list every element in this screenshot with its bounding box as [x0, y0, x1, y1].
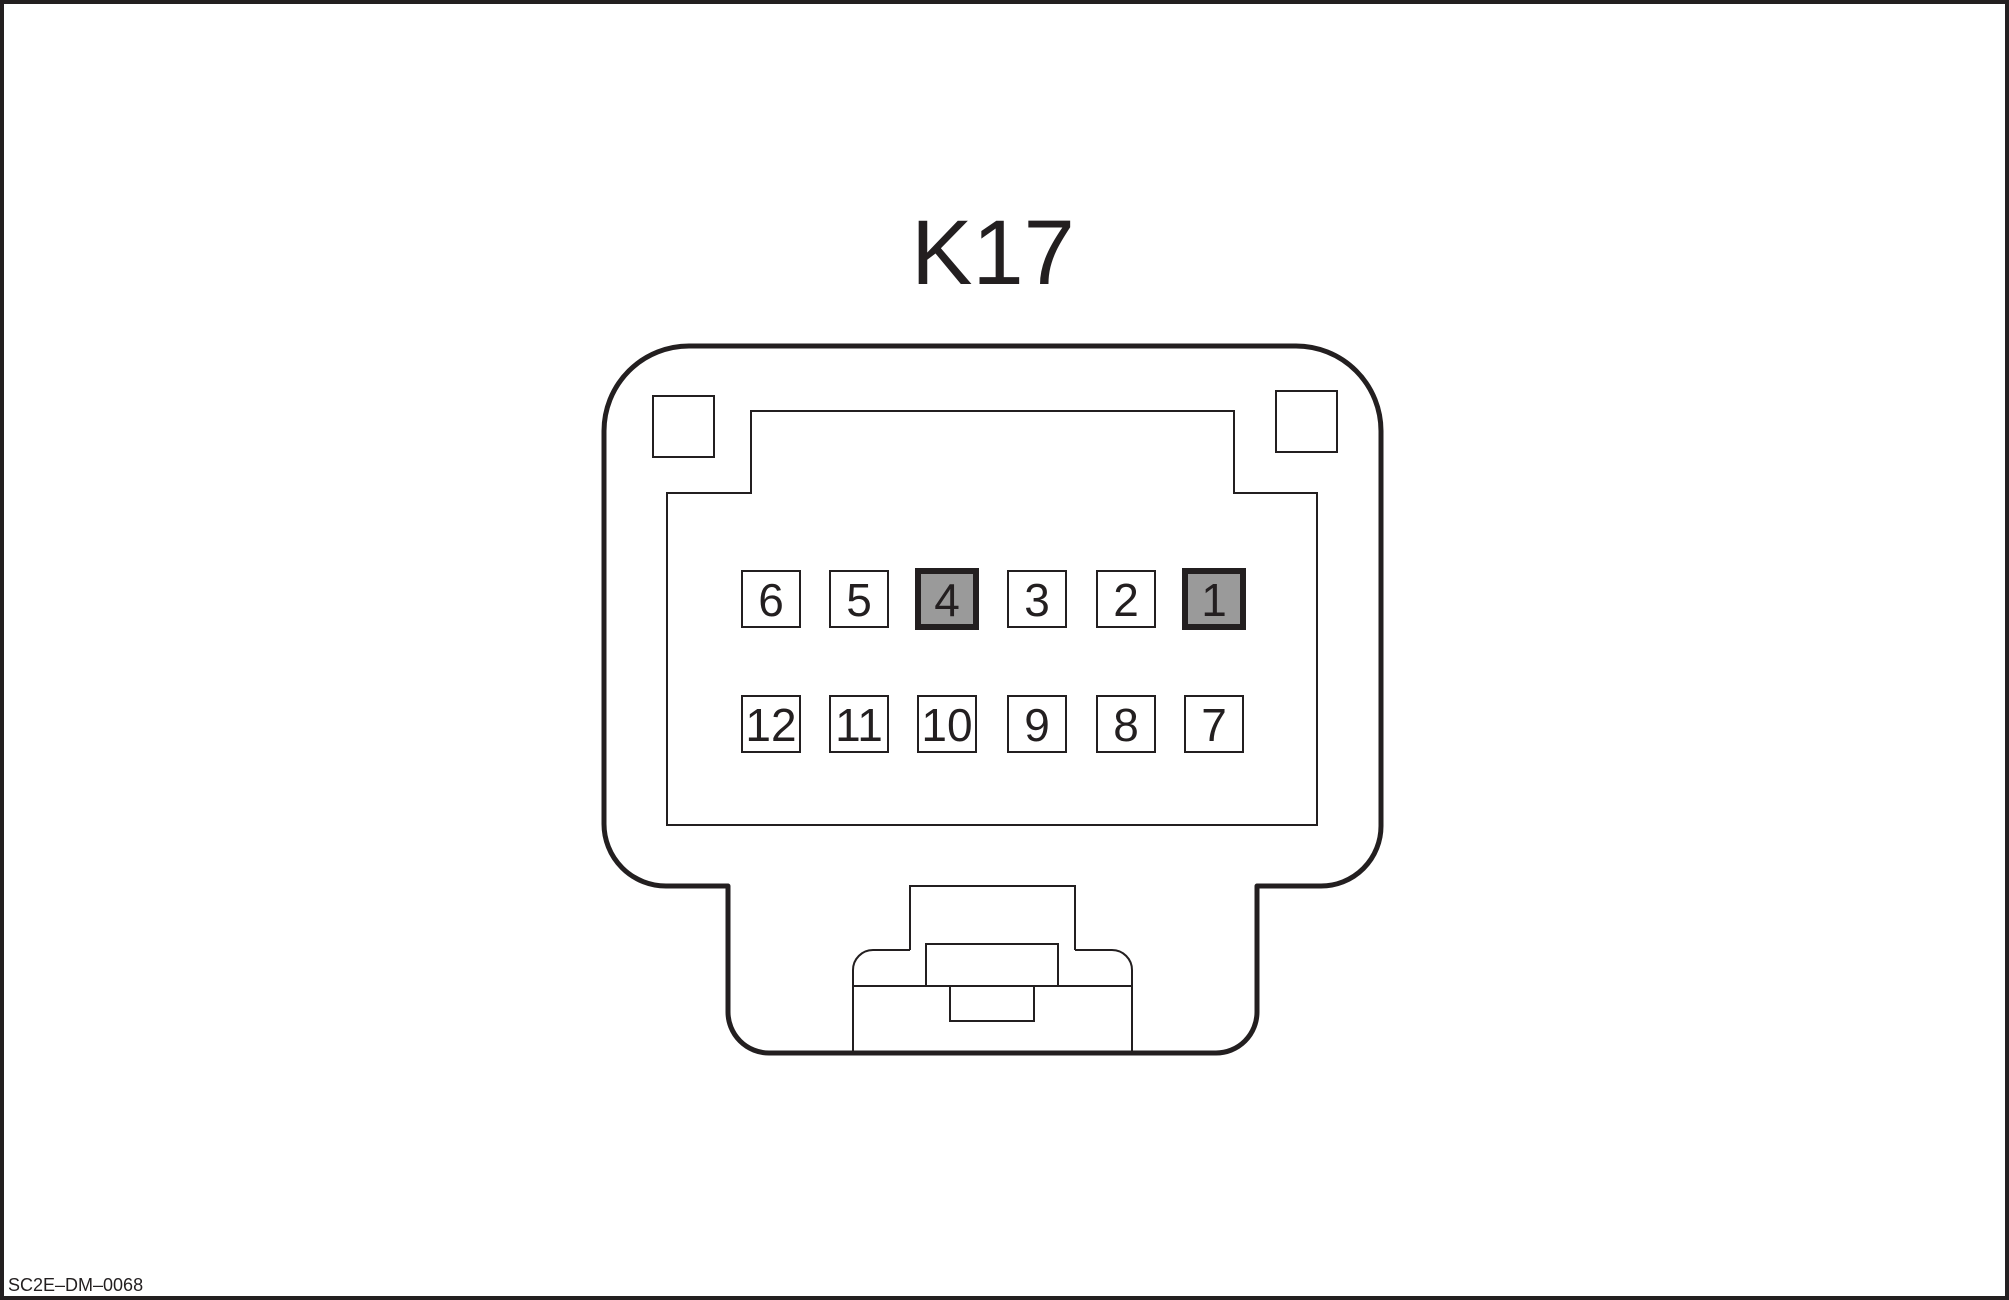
pin-number: 11 [835, 699, 883, 751]
pin-terminal: 2 [1096, 570, 1156, 628]
pin-terminal: 4 [915, 568, 979, 630]
pin-number: 4 [934, 574, 960, 626]
pin-number: 2 [1113, 574, 1139, 626]
connector-diagram: K17 6 5 4 3 2 1 12 11 10 9 8 7 SC2E–DM–0… [0, 0, 2009, 1300]
pin-number: 10 [921, 699, 972, 751]
pin-number: 8 [1113, 699, 1139, 751]
diagram-frame [0, 0, 2009, 1300]
pin-number: 3 [1024, 574, 1050, 626]
connector-title: K17 [911, 202, 1075, 304]
pin-number: 5 [846, 574, 872, 626]
pin-terminal: 3 [1007, 570, 1067, 628]
pin-terminal: 11 [829, 695, 889, 753]
pin-number: 7 [1201, 699, 1227, 751]
pin-number: 1 [1201, 574, 1227, 626]
pin-terminal: 5 [829, 570, 889, 628]
pin-number: 6 [758, 574, 784, 626]
pin-terminal: 1 [1182, 568, 1246, 630]
pin-terminal: 9 [1007, 695, 1067, 753]
pin-terminal: 8 [1096, 695, 1156, 753]
pin-number: 9 [1024, 699, 1050, 751]
pin-terminal: 10 [917, 695, 977, 753]
pin-number: 12 [745, 699, 796, 751]
pin-terminal: 12 [741, 695, 801, 753]
pin-terminal: 6 [741, 570, 801, 628]
pin-terminal: 7 [1184, 695, 1244, 753]
drawing-code: SC2E–DM–0068 [8, 1275, 143, 1295]
